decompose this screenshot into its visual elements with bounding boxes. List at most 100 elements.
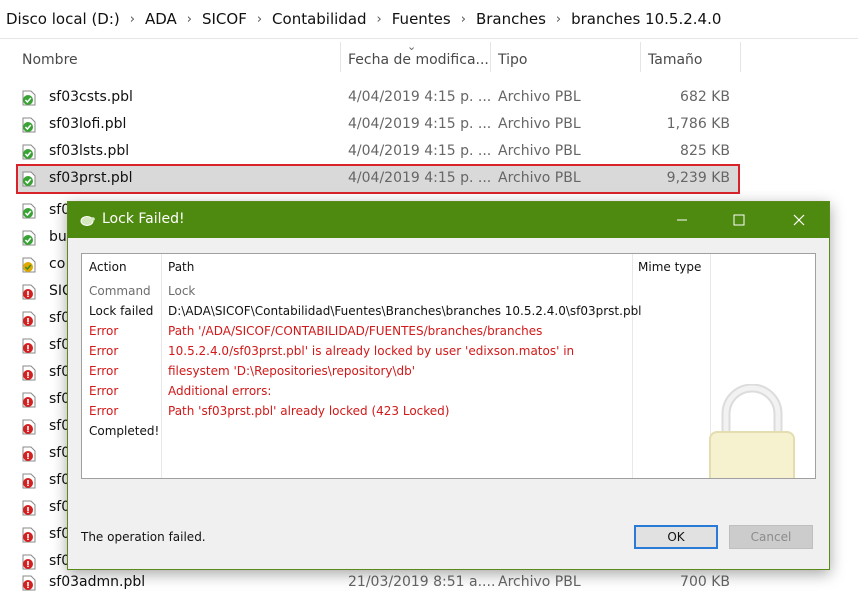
conflict-overlay-icon[interactable] — [22, 392, 36, 408]
breadcrumb-item[interactable]: Contabilidad — [272, 10, 373, 28]
conflict-overlay-icon[interactable] — [22, 284, 36, 300]
file-row[interactable]: sf03admn.pbl 21/03/2019 8:51 a.... Archi… — [18, 570, 738, 596]
conflict-overlay-icon[interactable] — [22, 338, 36, 354]
cancel-button[interactable]: Cancel — [729, 525, 813, 549]
file-name[interactable]: bu — [49, 229, 67, 245]
list-header-path[interactable]: Path — [168, 260, 194, 274]
file-type: Archivo PBL — [498, 574, 581, 590]
log-action: Command — [89, 284, 151, 298]
file-name: sf03csts.pbl — [49, 89, 133, 105]
lock-failed-dialog: Lock Failed! Action Path Mime type Comma… — [67, 201, 830, 570]
conflict-overlay-icon — [22, 575, 36, 591]
maximize-button[interactable] — [716, 202, 762, 238]
log-path: Additional errors: — [168, 384, 272, 398]
conflict-overlay-icon[interactable] — [22, 419, 36, 435]
file-date: 4/04/2019 4:15 p. ... — [348, 89, 492, 105]
result-list[interactable]: Action Path Mime type Command Lock Lock fa… — [81, 253, 816, 479]
log-row[interactable]: Error filesystem 'D:\Repositories\reposi… — [82, 361, 815, 381]
file-row-selected[interactable]: sf03prst.pbl 4/04/2019 4:15 p. ... Archivo… — [16, 164, 740, 194]
file-size: 825 KB — [680, 143, 730, 159]
normal-overlay-icon — [22, 117, 36, 133]
column-divider[interactable] — [740, 42, 741, 72]
file-name[interactable]: co — [49, 256, 65, 272]
breadcrumb-item[interactable]: Disco local (D:) — [6, 10, 126, 28]
normal-overlay-icon — [22, 90, 36, 106]
column-divider[interactable] — [640, 42, 641, 72]
column-header-bar: Nombre Fecha de modifica... Tipo Tamaño — [0, 42, 858, 78]
conflict-overlay-icon[interactable] — [22, 500, 36, 516]
log-path: Path 'sf03prst.pbl' already locked (423 … — [168, 404, 450, 418]
lock-watermark-icon — [709, 384, 795, 478]
file-name: sf03lsts.pbl — [49, 143, 130, 159]
file-size: 700 KB — [680, 574, 730, 590]
log-row[interactable]: Error 10.5.2.4.0/sf03prst.pbl' is alread… — [82, 341, 815, 361]
list-header-mime[interactable]: Mime type — [638, 260, 701, 274]
chevron-right-icon[interactable]: › — [126, 12, 145, 27]
chevron-right-icon[interactable]: › — [373, 12, 392, 27]
file-type: Archivo PBL — [498, 116, 581, 132]
column-name-header[interactable]: Nombre — [22, 52, 78, 68]
log-path: 10.5.2.4.0/sf03prst.pbl' is already lock… — [168, 344, 575, 358]
dialog-titlebar[interactable]: Lock Failed! — [68, 202, 829, 238]
ok-button[interactable]: OK — [634, 525, 718, 549]
log-action: Error — [89, 384, 119, 398]
log-action: Error — [89, 344, 119, 358]
normal-overlay-icon[interactable] — [22, 230, 36, 246]
column-divider[interactable] — [490, 42, 491, 72]
column-date-header[interactable]: Fecha de modifica... — [348, 52, 489, 68]
chevron-right-icon[interactable]: › — [183, 12, 202, 27]
column-type-header[interactable]: Tipo — [498, 52, 527, 68]
log-path: Path '/ADA/SICOF/CONTABILIDAD/FUENTES/br… — [168, 324, 543, 338]
modified-overlay-icon[interactable] — [22, 257, 36, 273]
log-action: Lock failed — [89, 304, 154, 318]
breadcrumb-item[interactable]: ADA — [145, 10, 183, 28]
log-path: D:\ADA\SICOF\Contabilidad\Fuentes\Branch… — [168, 304, 642, 318]
normal-overlay-icon — [22, 144, 36, 160]
log-row[interactable]: Command Lock — [82, 281, 815, 301]
tortoise-icon — [79, 212, 95, 231]
conflict-overlay-icon[interactable] — [22, 473, 36, 489]
column-size-header[interactable]: Tamaño — [648, 52, 702, 68]
file-row[interactable]: sf03lsts.pbl 4/04/2019 4:15 p. ... Archivo… — [18, 139, 738, 165]
status-text: The operation failed. — [81, 530, 206, 544]
file-name: sf03admn.pbl — [49, 574, 146, 590]
breadcrumb-item[interactable]: Fuentes — [392, 10, 457, 28]
minimize-button[interactable] — [659, 202, 705, 238]
file-size: 682 KB — [680, 89, 730, 105]
breadcrumb-item[interactable]: Branches — [476, 10, 552, 28]
address-bar[interactable]: Disco local (D:) › ADA › SICOF › Contabilidad ›… — [0, 0, 858, 39]
breadcrumb-item[interactable]: SICOF — [202, 10, 253, 28]
file-row[interactable]: sf03lofi.pbl 4/04/2019 4:15 p. ... Archivo… — [18, 112, 738, 138]
log-path: Lock — [168, 284, 196, 298]
chevron-right-icon[interactable]: › — [253, 12, 272, 27]
file-type: Archivo PBL — [498, 170, 581, 186]
dialog-title: Lock Failed! — [102, 211, 185, 227]
conflict-overlay-icon[interactable] — [22, 554, 36, 570]
log-action: Error — [89, 364, 119, 378]
column-divider[interactable] — [340, 42, 341, 72]
chevron-right-icon[interactable]: › — [457, 12, 476, 27]
log-row[interactable]: Error Path '/ADA/SICOF/CONTABILIDAD/FUENT… — [82, 321, 815, 341]
conflict-overlay-icon[interactable] — [22, 311, 36, 327]
conflict-overlay-icon[interactable] — [22, 527, 36, 543]
conflict-overlay-icon[interactable] — [22, 446, 36, 462]
log-action: Completed! — [89, 424, 160, 438]
conflict-overlay-icon[interactable] — [22, 365, 36, 381]
file-type: Archivo PBL — [498, 89, 581, 105]
normal-overlay-icon — [22, 171, 36, 187]
file-date: 21/03/2019 8:51 a.... — [348, 574, 496, 590]
log-action: Error — [89, 404, 119, 418]
file-type: Archivo PBL — [498, 143, 581, 159]
file-size: 9,239 KB — [666, 170, 730, 186]
breadcrumb-item[interactable]: branches 10.5.2.4.0 — [571, 10, 727, 28]
close-button[interactable] — [776, 202, 822, 238]
log-path: filesystem 'D:\Repositories\repository\d… — [168, 364, 416, 378]
log-row[interactable]: Lock failed D:\ADA\SICOF\Contabilidad\Fue… — [82, 301, 815, 321]
file-date: 4/04/2019 4:15 p. ... — [348, 143, 492, 159]
list-header-action[interactable]: Action — [89, 260, 127, 274]
file-name: sf03prst.pbl — [49, 170, 133, 186]
normal-overlay-icon[interactable] — [22, 203, 36, 219]
file-row[interactable]: sf03csts.pbl 4/04/2019 4:15 p. ... Archivo… — [18, 85, 738, 111]
file-name: sf03lofi.pbl — [49, 116, 127, 132]
chevron-right-icon[interactable]: › — [552, 12, 571, 27]
